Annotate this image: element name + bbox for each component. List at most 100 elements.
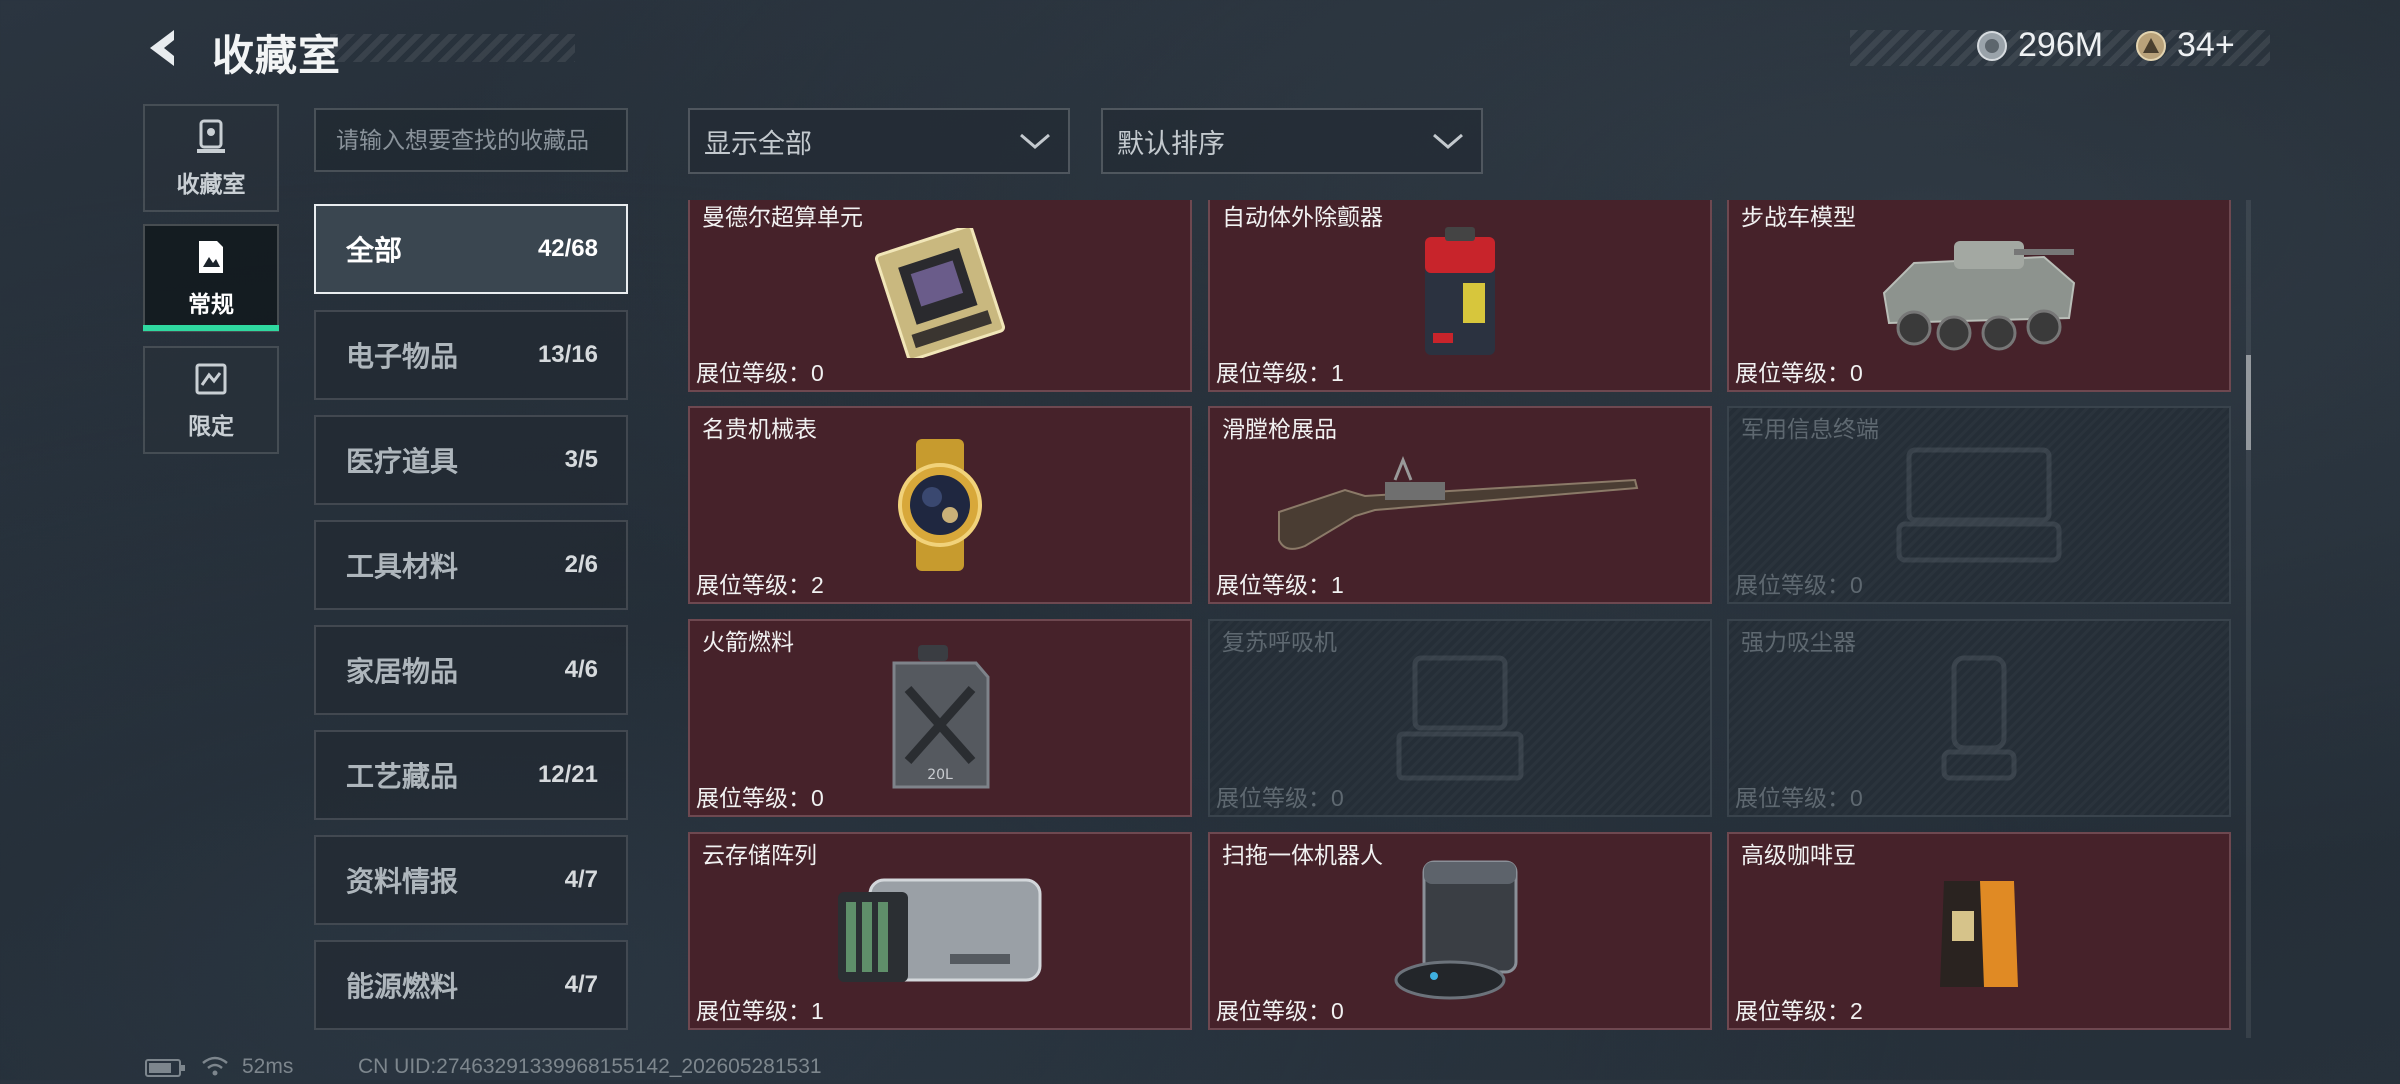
item-name: 名贵机械表 [702, 416, 817, 442]
document-icon [199, 241, 223, 273]
item-name: 强力吸尘器 [1741, 629, 1856, 655]
item-level: 展位等级：0 [696, 360, 824, 386]
rail-label: 常规 [188, 291, 234, 317]
currency-silver: 296M [1976, 26, 2103, 65]
category-all[interactable]: 全部 42/68 [314, 204, 628, 294]
armored-vehicle-icon [1882, 241, 2076, 351]
gold-triangle-coin-icon [2135, 30, 2167, 62]
ventilator-icon [1396, 655, 1524, 781]
category-name: 全部 [346, 235, 403, 266]
item-level: 展位等级：1 [1216, 572, 1344, 598]
silver-coin-icon [1976, 30, 2008, 62]
item-name: 曼德尔超算单元 [702, 204, 863, 230]
item-name: 步战车模型 [1741, 204, 1856, 230]
item-level: 展位等级：0 [1735, 785, 1863, 811]
category-count: 2/6 [564, 551, 598, 578]
defibrillator-icon [1425, 227, 1495, 355]
item-level: 展位等级：0 [1735, 360, 1863, 386]
rail-label: 限定 [188, 413, 234, 439]
sort-dropdown[interactable]: 默认排序 [1101, 108, 1483, 174]
chevron-down-icon [1020, 133, 1050, 149]
item-name: 复苏呼吸机 [1222, 629, 1337, 655]
category-household[interactable]: 家居物品 4/6 [314, 625, 628, 715]
display-filter-dropdown[interactable]: 显示全部 [688, 108, 1070, 174]
chevron-down-icon [1433, 133, 1463, 149]
rail-label: 收藏室 [176, 171, 246, 197]
limited-card-icon [195, 363, 227, 395]
fuel-canister-icon: 20L [892, 645, 990, 789]
item-card[interactable]: 复苏呼吸机 展位等级：0 [1208, 619, 1712, 817]
category-name: 工艺藏品 [346, 761, 459, 792]
category-count: 4/7 [564, 971, 598, 998]
item-card[interactable]: 扫拖一体机器人 展位等级：0 [1208, 832, 1712, 1030]
item-level: 展位等级：2 [1735, 998, 1863, 1024]
svg-text:20L: 20L [927, 767, 953, 783]
sort-label: 默认排序 [1117, 128, 1225, 159]
item-level: 展位等级：2 [696, 572, 824, 598]
back-arrow-icon [150, 30, 174, 66]
category-intel[interactable]: 资料情报 4/7 [314, 835, 628, 925]
storage-array-icon [838, 878, 1042, 982]
category-crafts[interactable]: 工艺藏品 12/21 [314, 730, 628, 820]
item-name: 云存储阵列 [702, 842, 817, 868]
item-name: 高级咖啡豆 [1741, 842, 1856, 868]
item-name: 滑膛枪展品 [1222, 416, 1337, 442]
search-input[interactable] [314, 108, 628, 172]
category-energy[interactable]: 能源燃料 4/7 [314, 940, 628, 1030]
trophy-icon [197, 119, 225, 153]
category-medical[interactable]: 医疗道具 3/5 [314, 415, 628, 505]
category-name: 医疗道具 [346, 446, 459, 477]
item-level: 展位等级：1 [1216, 360, 1344, 386]
item-card[interactable]: 曼德尔超算单元 展位等级：0 [688, 200, 1192, 392]
category-name: 资料情报 [346, 866, 459, 897]
grid-scroll-thumb[interactable] [2246, 355, 2251, 450]
category-count: 4/7 [564, 866, 598, 893]
title-decoration [330, 34, 575, 62]
category-electronics[interactable]: 电子物品 13/16 [314, 310, 628, 400]
back-button[interactable] [140, 24, 188, 72]
military-terminal-icon [1896, 447, 2062, 563]
item-level: 展位等级：0 [1735, 572, 1863, 598]
category-count: 3/5 [564, 446, 598, 473]
item-card[interactable]: 云存储阵列 展位等级：1 [688, 832, 1192, 1030]
ping-readout: 52ms [242, 1055, 294, 1078]
item-level: 展位等级：0 [1216, 998, 1344, 1024]
item-card[interactable]: 滑膛枪展品 展位等级：1 [1208, 406, 1712, 604]
gold-amount: 34+ [2177, 26, 2235, 64]
category-name: 工具材料 [346, 551, 459, 582]
supercomputer-chip-icon [874, 228, 1006, 358]
item-name: 火箭燃料 [702, 629, 794, 655]
item-name: 自动体外除颤器 [1222, 204, 1383, 230]
page-title: 收藏室 [212, 32, 342, 79]
category-count: 4/6 [564, 656, 598, 683]
category-count: 13/16 [537, 341, 598, 368]
category-name: 能源燃料 [346, 971, 459, 1002]
item-card[interactable]: 军用信息终端 展位等级：0 [1727, 406, 2231, 604]
coffee-bag-icon [1940, 881, 2018, 987]
battery-icon [145, 1058, 187, 1084]
item-name: 军用信息终端 [1741, 416, 1879, 442]
item-level: 展位等级：1 [696, 998, 824, 1024]
rail-tab-collection[interactable]: 收藏室 [143, 104, 279, 212]
item-card[interactable]: 自动体外除颤器 展位等级：1 [1208, 200, 1712, 392]
item-card[interactable]: 20L 火箭燃料 展位等级：0 [688, 619, 1192, 817]
item-level: 展位等级：0 [1216, 785, 1344, 811]
item-card[interactable]: 名贵机械表 展位等级：2 [688, 406, 1192, 604]
grid-scrollbar[interactable] [2246, 200, 2251, 1038]
rail-tab-regular[interactable]: 常规 [143, 224, 279, 332]
category-count: 42/68 [537, 235, 598, 262]
rail-tab-limited[interactable]: 限定 [143, 346, 279, 454]
currency-gold: 34+ [2135, 26, 2235, 65]
category-count: 12/21 [537, 761, 598, 788]
gold-watch-icon [898, 439, 982, 571]
collection-grid: 曼德尔超算单元 展位等级：0 自动体外除颤器 展位等级：1 步战车模型 展位等级… [688, 200, 2233, 1038]
category-name: 电子物品 [346, 341, 459, 372]
display-filter-label: 显示全部 [704, 128, 812, 159]
item-card[interactable]: 强力吸尘器 展位等级：0 [1727, 619, 2231, 817]
item-level: 展位等级：0 [696, 785, 824, 811]
item-card[interactable]: 步战车模型 展位等级：0 [1727, 200, 2231, 392]
category-tools[interactable]: 工具材料 2/6 [314, 520, 628, 610]
item-card[interactable]: 高级咖啡豆 展位等级：2 [1727, 832, 2231, 1030]
item-name: 扫拖一体机器人 [1222, 842, 1383, 868]
active-tab-indicator [143, 325, 279, 331]
